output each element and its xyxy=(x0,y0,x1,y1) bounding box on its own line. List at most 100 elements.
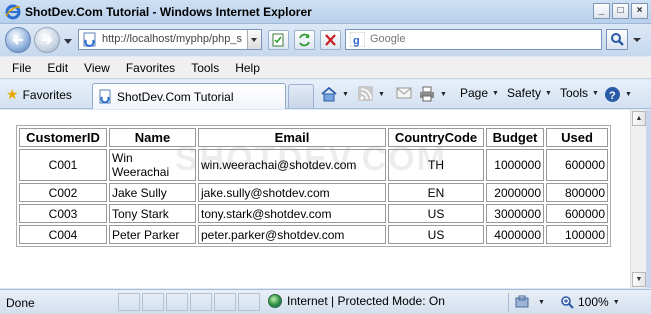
status-panel xyxy=(214,293,236,311)
mail-icon xyxy=(396,87,412,99)
scroll-up-button[interactable]: ▲ xyxy=(632,111,646,126)
protected-mode-button[interactable]: ▼ xyxy=(514,295,545,309)
protected-mode-icon xyxy=(515,295,529,308)
table-header-row: CustomerID Name Email CountryCode Budget… xyxy=(19,128,608,147)
page-menu-label: Page xyxy=(460,86,489,100)
refresh-icon xyxy=(299,33,310,47)
search-options-dropdown[interactable] xyxy=(630,29,644,50)
header-customerid: CustomerID xyxy=(19,128,107,147)
header-used: Used xyxy=(546,128,608,147)
stop-button[interactable] xyxy=(320,30,341,50)
cell-budget: 1000000 xyxy=(486,149,544,181)
home-button[interactable]: ▼ xyxy=(320,86,349,102)
zoom-control[interactable]: 100% ▼ xyxy=(560,295,620,309)
cell-name: Win Weerachai xyxy=(109,149,196,181)
cell-name: Jake Sully xyxy=(109,183,196,202)
tab-shotdev[interactable]: ShotDev.Com Tutorial xyxy=(92,83,286,109)
cell-countrycode: EN xyxy=(388,183,484,202)
safety-menu[interactable]: Safety ▼ xyxy=(507,86,552,100)
page-menu[interactable]: Page ▼ xyxy=(460,86,499,100)
cell-used: 800000 xyxy=(546,183,608,202)
status-panel xyxy=(190,293,212,311)
feeds-icon xyxy=(358,86,373,101)
status-bar: Done Internet | Protected Mode: On ▼ 100… xyxy=(0,289,651,314)
forward-button[interactable] xyxy=(34,27,60,53)
tools-menu[interactable]: Tools ▼ xyxy=(560,86,599,100)
status-panel xyxy=(142,293,164,311)
cell-email: win.weerachai@shotdev.com xyxy=(198,149,386,181)
cell-countrycode: TH xyxy=(388,149,484,181)
cell-email: tony.stark@shotdev.com xyxy=(198,204,386,223)
minimize-button[interactable]: _ xyxy=(593,3,610,19)
print-icon xyxy=(420,86,434,102)
favorites-label: Favorites xyxy=(22,87,72,102)
address-url[interactable]: http://localhost/myphp/php_s xyxy=(102,33,242,45)
header-email: Email xyxy=(198,128,386,147)
close-button[interactable]: × xyxy=(631,3,648,19)
security-zone[interactable]: Internet | Protected Mode: On xyxy=(268,294,445,308)
favorites-star-icon: ★ xyxy=(6,86,19,102)
search-placeholder[interactable]: Google xyxy=(370,33,405,45)
refresh-button[interactable] xyxy=(294,30,315,50)
navigation-bar: http://localhost/myphp/php_s g Google xyxy=(0,24,651,56)
favorites-button[interactable]: ★ Favorites xyxy=(6,86,72,103)
search-box[interactable]: g Google xyxy=(345,29,602,50)
cell-customerid: C004 xyxy=(19,225,107,244)
help-button[interactable]: ? ▼ xyxy=(604,86,632,103)
compatibility-view-button[interactable] xyxy=(268,30,289,50)
status-divider xyxy=(508,293,509,312)
menu-file[interactable]: File xyxy=(4,61,39,75)
customer-table: CustomerID Name Email CountryCode Budget… xyxy=(16,125,611,247)
vertical-scrollbar[interactable]: ▲ ▼ xyxy=(630,110,646,288)
menu-view[interactable]: View xyxy=(76,61,118,75)
cell-countrycode: US xyxy=(388,204,484,223)
menu-edit[interactable]: Edit xyxy=(39,61,76,75)
cell-used: 600000 xyxy=(546,149,608,181)
cell-name: Tony Stark xyxy=(109,204,196,223)
menu-favorites[interactable]: Favorites xyxy=(118,61,183,75)
window-frame xyxy=(646,110,651,288)
address-dropdown[interactable] xyxy=(247,30,261,49)
zoom-level: 100% xyxy=(578,295,609,309)
cell-budget: 2000000 xyxy=(486,183,544,202)
safety-menu-label: Safety xyxy=(507,86,542,100)
window-title: ShotDev.Com Tutorial - Windows Internet … xyxy=(25,5,312,19)
menu-tools[interactable]: Tools xyxy=(183,61,227,75)
new-tab-button[interactable] xyxy=(288,84,314,108)
search-icon xyxy=(611,33,624,46)
table-row: C001 Win Weerachai win.weerachai@shotdev… xyxy=(19,149,608,181)
mail-button[interactable] xyxy=(396,86,412,100)
print-button[interactable]: ▼ xyxy=(418,86,447,102)
recent-pages-dropdown[interactable] xyxy=(64,37,72,45)
tools-menu-label: Tools xyxy=(560,86,589,100)
table-row: C003 Tony Stark tony.stark@shotdev.com U… xyxy=(19,204,608,223)
header-name: Name xyxy=(109,128,196,147)
command-bar: ★ Favorites ShotDev.Com Tutorial ▼ ▼ ▼ P… xyxy=(0,80,651,109)
cell-name: Peter Parker xyxy=(109,225,196,244)
menu-help[interactable]: Help xyxy=(227,61,268,75)
status-panel xyxy=(118,293,140,311)
ie-logo-icon xyxy=(5,4,21,20)
security-zone-label: Internet | Protected Mode: On xyxy=(287,294,445,308)
status-panel xyxy=(166,293,188,311)
back-button[interactable] xyxy=(5,27,31,53)
table-row: C002 Jake Sully jake.sully@shotdev.com E… xyxy=(19,183,608,202)
header-budget: Budget xyxy=(486,128,544,147)
svg-text:?: ? xyxy=(609,90,616,102)
google-icon: g xyxy=(350,32,365,47)
cell-countrycode: US xyxy=(388,225,484,244)
stop-icon xyxy=(325,34,336,46)
cell-budget: 4000000 xyxy=(486,225,544,244)
globe-icon xyxy=(268,294,282,308)
cell-customerid: C002 xyxy=(19,183,107,202)
maximize-button[interactable]: □ xyxy=(612,3,629,19)
scroll-down-button[interactable]: ▼ xyxy=(632,272,646,287)
feeds-button[interactable]: ▼ xyxy=(358,86,385,102)
cell-used: 600000 xyxy=(546,204,608,223)
cell-budget: 3000000 xyxy=(486,204,544,223)
search-button[interactable] xyxy=(606,29,628,50)
address-bar[interactable]: http://localhost/myphp/php_s xyxy=(78,29,262,50)
svg-text:g: g xyxy=(353,35,360,47)
title-bar: ShotDev.Com Tutorial - Windows Internet … xyxy=(0,0,651,24)
cell-email: peter.parker@shotdev.com xyxy=(198,225,386,244)
